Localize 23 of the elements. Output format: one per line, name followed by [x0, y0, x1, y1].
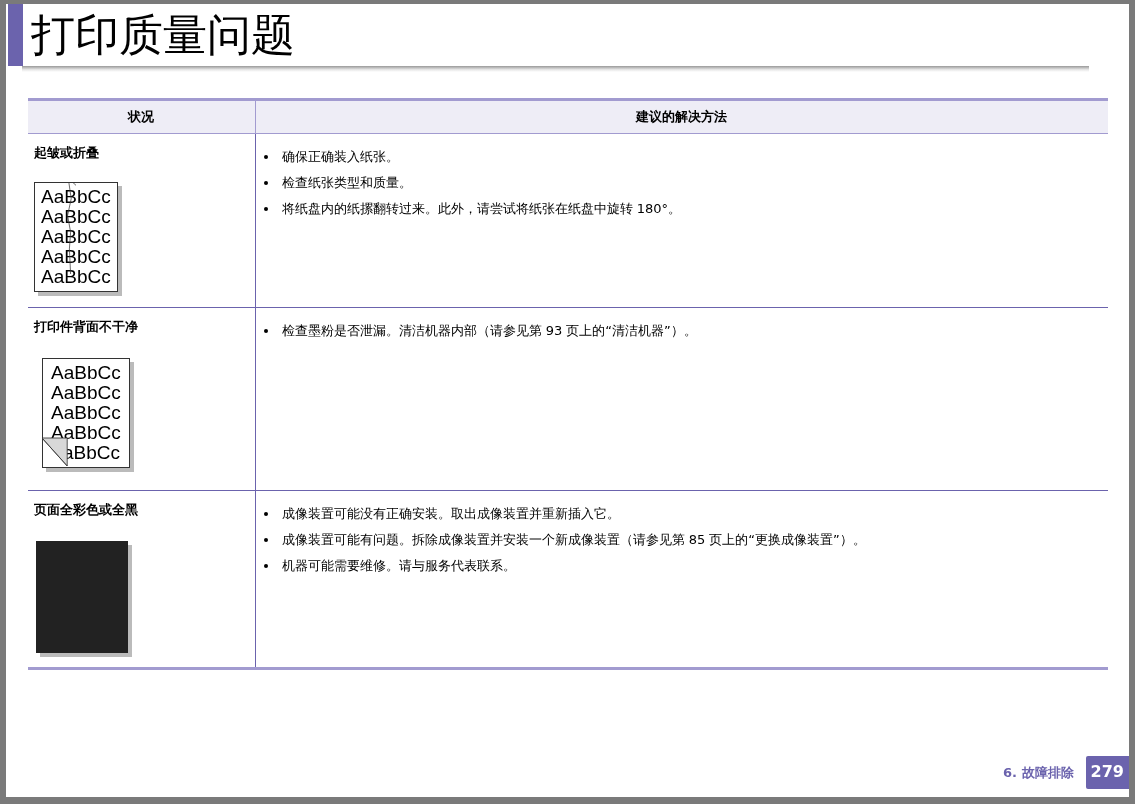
- solution-item: 成像装置可能没有正确安装。取出成像装置并重新插入它。: [281, 505, 620, 523]
- page-title: 打印质量问题: [30, 8, 295, 62]
- column-header: 状况: [28, 99, 255, 134]
- solution-item: 成像装置可能有问题。拆除成像装置并安装一个新成像装置（请参见第 85 页上的“更换成像装置”）。: [281, 531, 866, 549]
- bullet-icon: [263, 207, 268, 211]
- solution-item: 检查墨粉是否泄漏。清洁机器内部（请参见第 93 页上的“清洁机器”）。: [281, 322, 697, 340]
- condition-label: 页面全彩色或全黑: [34, 501, 139, 519]
- bullet-icon: [263, 512, 268, 516]
- solution-item: 机器可能需要维修。请与服务代表联系。: [281, 557, 516, 575]
- bullet-icon: [263, 329, 268, 333]
- bullet-icon: [263, 155, 268, 159]
- solution-item: 将纸盘内的纸摞翻转过来。此外，请尝试将纸张在纸盘中旋转 180°。: [281, 200, 681, 218]
- title-accent-bar: [8, 4, 23, 66]
- solution-item: 检查纸张类型和质量。: [281, 174, 412, 192]
- solution-item: 确保正确装入纸张。: [281, 148, 399, 166]
- bullet-icon: [263, 538, 268, 542]
- condition-label: 起皱或折叠: [34, 144, 100, 162]
- bullet-icon: [263, 564, 268, 568]
- chapter-label: 6. 故障排除: [1003, 763, 1074, 782]
- bullet-icon: [263, 181, 268, 185]
- condition-label: 打印件背面不干净: [34, 318, 139, 336]
- column-header: 建议的解决方法: [255, 99, 1108, 134]
- page-number: 279: [1085, 756, 1129, 789]
